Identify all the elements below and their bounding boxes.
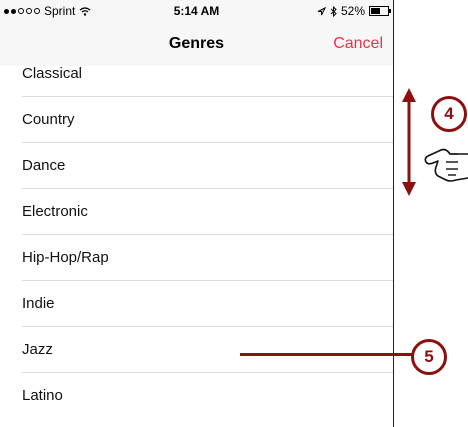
- list-item-electronic[interactable]: Electronic: [0, 189, 393, 235]
- step-callout-4: 4: [431, 96, 467, 132]
- swipe-hand-icon: [424, 148, 468, 182]
- list-item-hip-hop-rap[interactable]: Hip-Hop/Rap: [0, 235, 393, 281]
- step-5-pointer-line: [240, 353, 412, 356]
- list-item-label: Jazz: [22, 341, 53, 358]
- list-item-jazz[interactable]: Jazz: [0, 327, 393, 373]
- list-item-label: Indie: [22, 295, 55, 312]
- list-item-label: Dance: [22, 157, 66, 174]
- list-item-label: Latino: [22, 387, 63, 404]
- status-bar: Sprint 5:14 AM 52%: [0, 0, 393, 22]
- list-item-label: Classical: [22, 65, 83, 82]
- list-item-classical[interactable]: Classical: [0, 51, 393, 97]
- location-arrow-icon: [317, 6, 326, 15]
- step-callout-5: 5: [411, 339, 447, 375]
- list-item-indie[interactable]: Indie: [0, 281, 393, 327]
- battery-percent: 52%: [340, 4, 365, 18]
- list-item-label: Country: [22, 111, 75, 128]
- list-item-label: Electronic: [22, 203, 88, 220]
- phone-screen: Sprint 5:14 AM 52% Genres Cancel Classic…: [0, 0, 394, 427]
- battery-icon: [369, 6, 391, 16]
- scroll-double-arrow-icon: [402, 88, 416, 196]
- list-item-country[interactable]: Country: [0, 97, 393, 143]
- list-item-latino[interactable]: Latino: [0, 373, 393, 419]
- bluetooth-icon: [330, 5, 337, 17]
- list-item-dance[interactable]: Dance: [0, 143, 393, 189]
- list-item-label: Hip-Hop/Rap: [22, 249, 109, 266]
- status-right: 52%: [317, 4, 391, 18]
